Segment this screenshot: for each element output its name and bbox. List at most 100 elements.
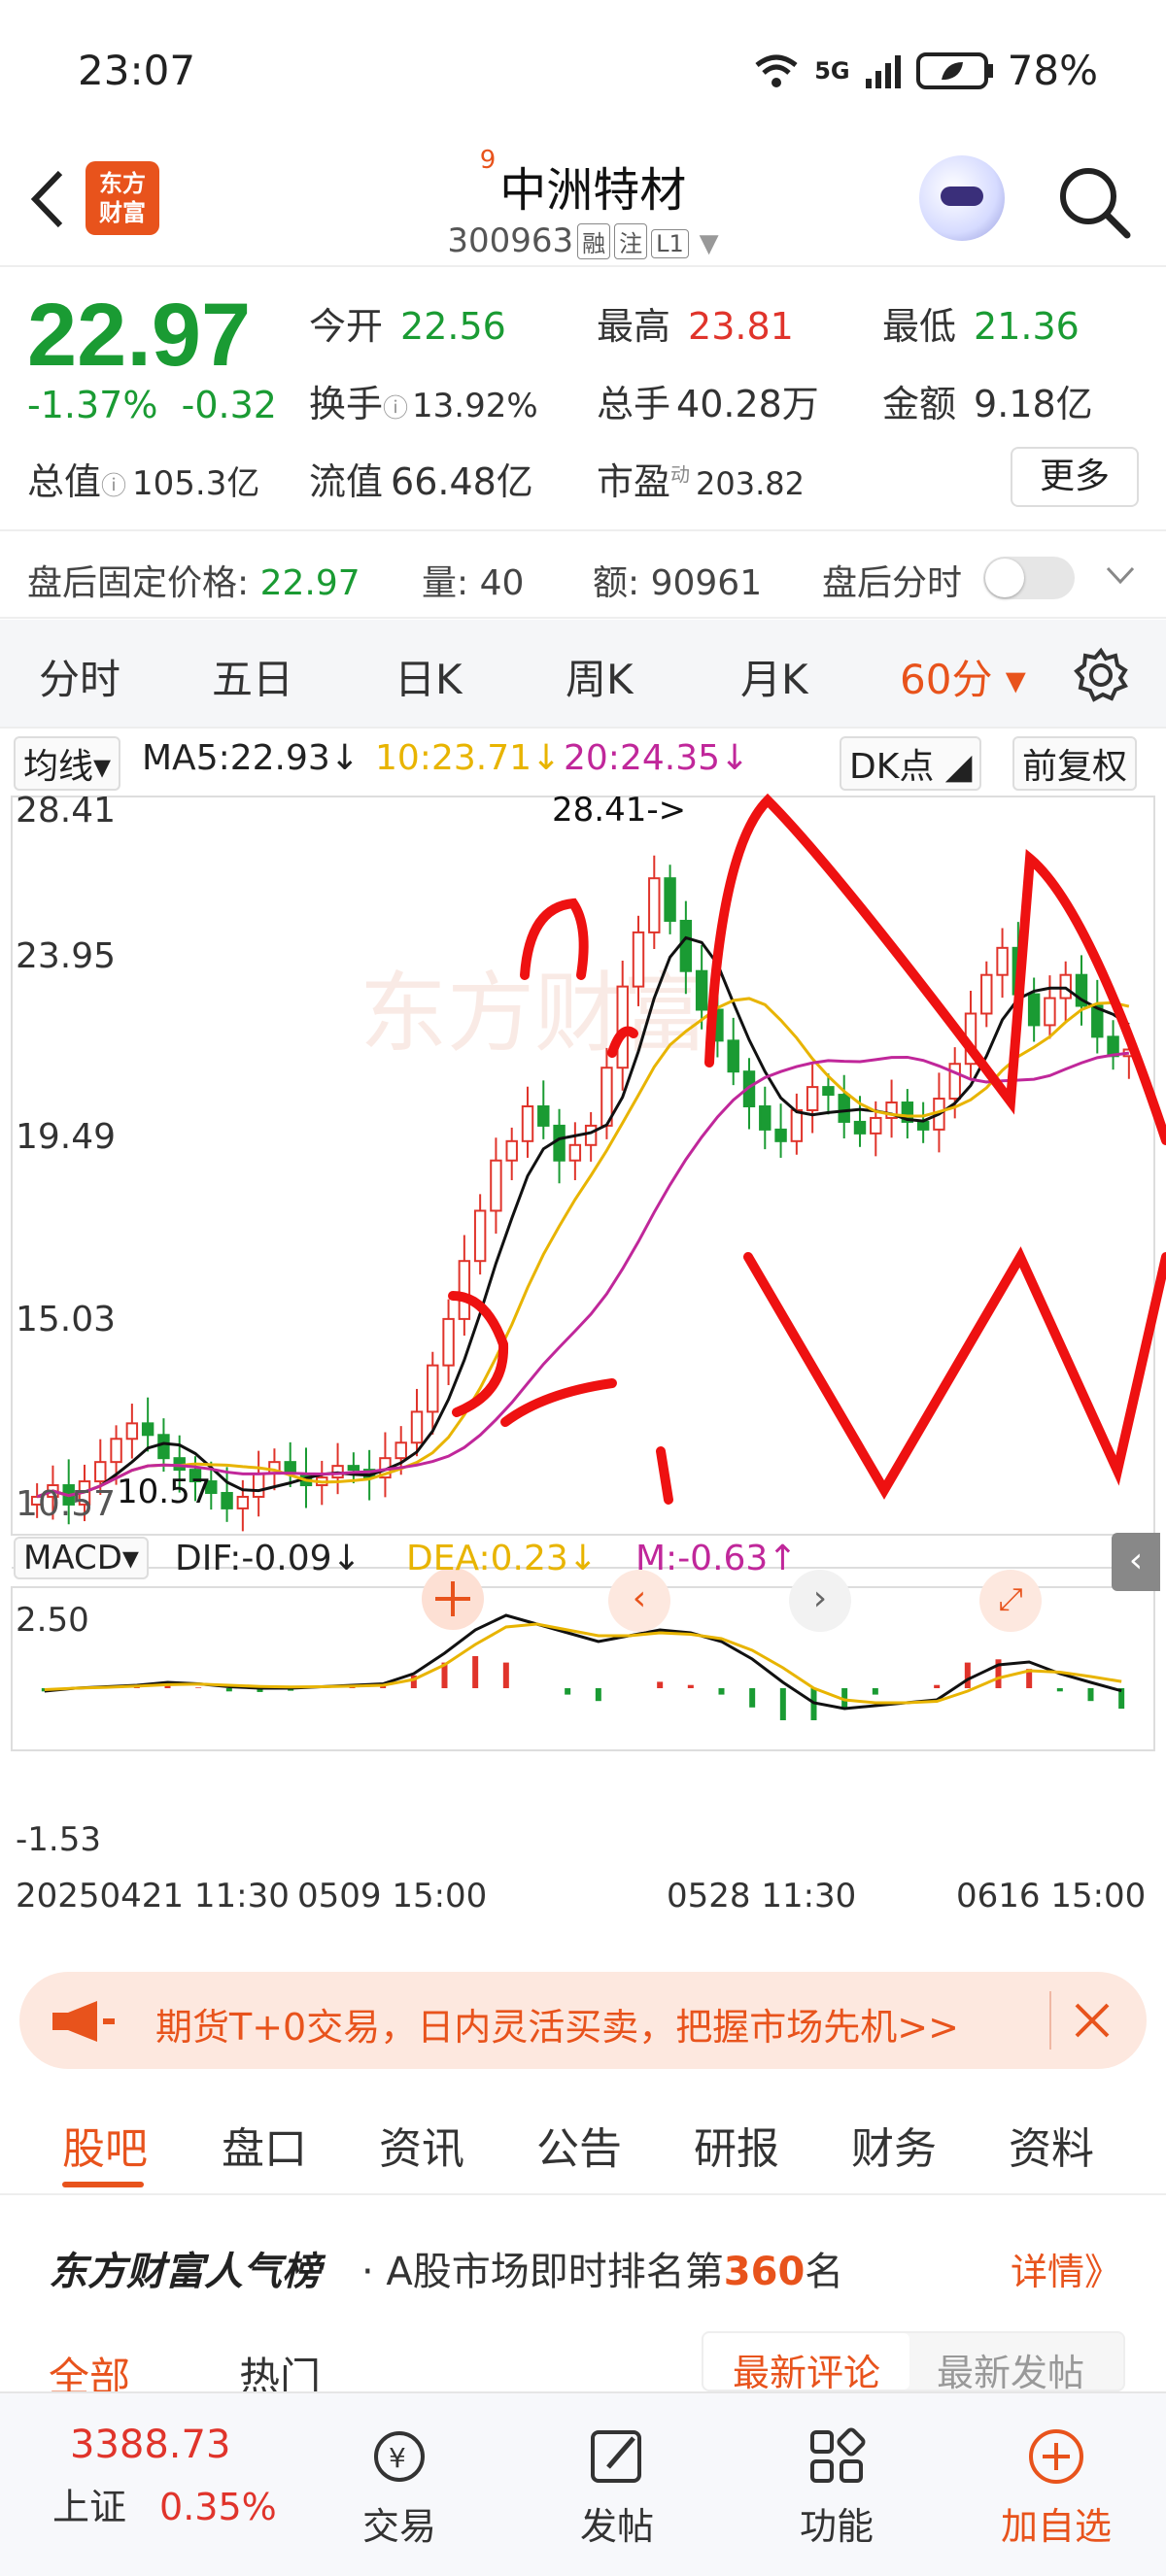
kline-chart-area[interactable]: 均线▾ MA5:22.93↓ 10:23.71↓ 20:24.35↓ DK点 ◢… (0, 730, 1166, 1954)
search-icon[interactable] (1055, 163, 1133, 241)
watermark: 东方财富 (360, 966, 709, 1063)
robot-avatar[interactable] (919, 155, 1005, 241)
candle-body (1059, 973, 1072, 1000)
nav-post[interactable]: 发帖 (544, 2426, 690, 2550)
macd-selector[interactable]: MACD▾ (14, 1537, 149, 1579)
chevron-down-icon[interactable]: ▼ (700, 229, 719, 258)
after-amount: 额: 90961 (593, 563, 763, 603)
candle-body (521, 1105, 534, 1142)
ma20-line (36, 1051, 1130, 1499)
nav-functions[interactable]: 功能 (764, 2426, 909, 2550)
status-icons: 5G 78% (752, 47, 1098, 94)
x-tick-2: 0528 11:30 (667, 1877, 857, 1915)
macd-y-min: -1.53 (16, 1820, 101, 1859)
tab-monthly-k[interactable]: 月K (740, 647, 808, 706)
candle-body (774, 1128, 787, 1142)
open-field: 今开 22.56 (309, 305, 506, 348)
candle-body (980, 973, 993, 1015)
candle-body (584, 1124, 598, 1146)
dif-legend: DIF:-0.09↓ (175, 1539, 361, 1578)
rank-superscript: 9 (479, 146, 497, 175)
info-tabs: 股吧 盘口 资讯 公告 研报 财务 资料 (0, 2088, 1166, 2195)
ad-divider (1049, 1991, 1051, 2050)
nav-trade[interactable]: ¥ 交易 (326, 2426, 472, 2550)
candle-body (442, 1317, 455, 1367)
candle-body (473, 1209, 487, 1263)
sort-latest-comment[interactable]: 最新评论 (703, 2333, 909, 2394)
tab-announcements[interactable]: 公告 (536, 2114, 622, 2176)
after-hours-toggle[interactable] (983, 557, 1075, 599)
quote-panel: 22.97 -1.37% -0.32 今开 22.56 最高 23.81 最低 21.… (0, 269, 1166, 529)
tab-60min[interactable]: 60分 ▾ (900, 647, 1026, 706)
candle-body (1044, 997, 1056, 1027)
candle-body (632, 931, 645, 988)
network-label: 5G (814, 56, 850, 85)
trade-icon: ¥ (374, 2431, 425, 2482)
candle-body (394, 1441, 407, 1460)
dk-point-button[interactable]: DK点 ◢ (840, 736, 982, 791)
status-bar: 23:07 5G 78% (0, 0, 1166, 146)
registration-tag: 注 (614, 223, 648, 259)
adjust-button[interactable]: 前复权 (1012, 736, 1138, 791)
gear-icon[interactable] (1073, 647, 1129, 703)
x-tick-3: 0616 15:00 (956, 1877, 1147, 1915)
tab-profile[interactable]: 资料 (1009, 2114, 1094, 2176)
m-legend: M:-0.63↑ (635, 1539, 798, 1578)
low-field: 最低 21.36 (882, 305, 1080, 348)
collapse-panel-button[interactable]: ‹ (1112, 1533, 1160, 1591)
rank-brand: 东方财富人气榜 (49, 2250, 321, 2294)
tab-research[interactable]: 研报 (694, 2114, 779, 2176)
price-frame (11, 796, 1155, 1536)
tab-intraday[interactable]: 分时 (39, 647, 120, 706)
futures-ad-banner[interactable]: 期货T+0交易，日内灵活买卖，把握市场先机>> (19, 1972, 1147, 2069)
ad-text: 期货T+0交易，日内灵活买卖，把握市场先机>> (155, 2006, 959, 2049)
expand-icon[interactable]: ⤢ (979, 1570, 1042, 1632)
battery-percent: 78% (1007, 47, 1098, 94)
svg-text:¥: ¥ (389, 2442, 406, 2474)
stock-header: 东方 财富 9中洲特材 300963 融注 L1 ▼ (0, 146, 1166, 267)
stock-name: 中洲特材 (499, 163, 687, 218)
dea-legend: DEA:0.23↓ (406, 1539, 598, 1578)
index-name: 上证 (52, 2486, 127, 2528)
tab-guba[interactable]: 股吧 (62, 2114, 148, 2176)
ma10-line (36, 997, 1130, 1499)
ma-selector[interactable]: 均线▾ (14, 736, 121, 791)
scroll-left-button[interactable]: ‹ (608, 1570, 670, 1632)
candle-body (490, 1159, 502, 1212)
tab-pankou[interactable]: 盘口 (222, 2114, 307, 2176)
sort-latest-post[interactable]: 最新发帖 (937, 2343, 1084, 2396)
scroll-right-button[interactable]: › (789, 1570, 851, 1632)
margin-tag: 融 (577, 223, 611, 259)
candle-body (157, 1434, 170, 1460)
tab-daily-k[interactable]: 日K (394, 647, 463, 706)
megaphone-icon (52, 2001, 115, 2042)
close-icon[interactable] (1071, 1999, 1114, 2042)
candle-body (505, 1139, 518, 1162)
edit-icon (591, 2430, 641, 2483)
tab-weekly-k[interactable]: 周K (566, 647, 634, 706)
chevron-down-icon[interactable] (1104, 560, 1137, 590)
candle-body (537, 1105, 550, 1127)
after-price-label: 盘后固定价格: 22.97 (27, 563, 360, 603)
more-button[interactable]: 更多 (1011, 447, 1139, 507)
y-tick-3: 19.49 (16, 1117, 117, 1157)
tab-finance[interactable]: 财务 (851, 2114, 937, 2176)
market-cap-field[interactable]: 总值ⓘ 105.3亿 (27, 452, 259, 505)
tab-five-day[interactable]: 五日 (212, 647, 293, 706)
last-price: 22.97 (27, 286, 252, 385)
rank-detail-link[interactable]: 详情》 (1011, 2242, 1121, 2295)
index-ticker[interactable]: 3388.73 上证 0.35% (52, 2423, 315, 2530)
tab-news[interactable]: 资讯 (379, 2114, 464, 2176)
y-tick-4: 15.03 (16, 1300, 117, 1339)
popularity-rank[interactable]: 东方财富人气榜 · A股市场即时排名第360名 详情》 (0, 2197, 1166, 2323)
candle-body (870, 1116, 882, 1135)
grid-icon (810, 2427, 866, 2483)
rank-text: · A股市场即时排名第360名 (361, 2250, 844, 2294)
nav-add-watchlist[interactable]: 加自选 (983, 2426, 1129, 2550)
candle-body (458, 1260, 471, 1320)
candle-body (996, 946, 1009, 976)
turnover-field[interactable]: 换手ⓘ 13.92% (309, 374, 538, 427)
candle-body (125, 1422, 139, 1441)
index-percent: 0.35% (159, 2486, 277, 2528)
after-hours-chart-label: 盘后分时 (822, 563, 963, 603)
